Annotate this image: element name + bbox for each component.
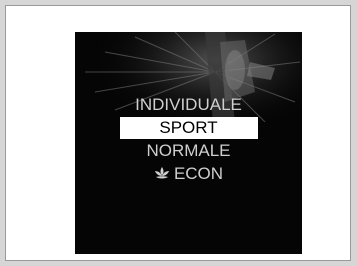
mode-label: SPORT xyxy=(159,118,218,137)
figure-frame: INDIVIDUALE SPORT NORMALE ECON xyxy=(5,5,351,261)
mode-label: NORMALE xyxy=(146,141,231,160)
mode-item-individuale[interactable]: INDIVIDUALE xyxy=(120,94,258,116)
drive-mode-menu: INDIVIDUALE SPORT NORMALE ECON xyxy=(75,94,302,186)
mode-item-econ[interactable]: ECON xyxy=(120,163,258,185)
mode-label: INDIVIDUALE xyxy=(135,95,242,114)
display-screen: INDIVIDUALE SPORT NORMALE ECON xyxy=(75,32,302,254)
mode-item-sport[interactable]: SPORT xyxy=(119,117,258,139)
mode-item-normale[interactable]: NORMALE xyxy=(120,140,258,162)
mode-label: ECON xyxy=(173,164,224,183)
eco-leaf-icon xyxy=(154,167,169,179)
